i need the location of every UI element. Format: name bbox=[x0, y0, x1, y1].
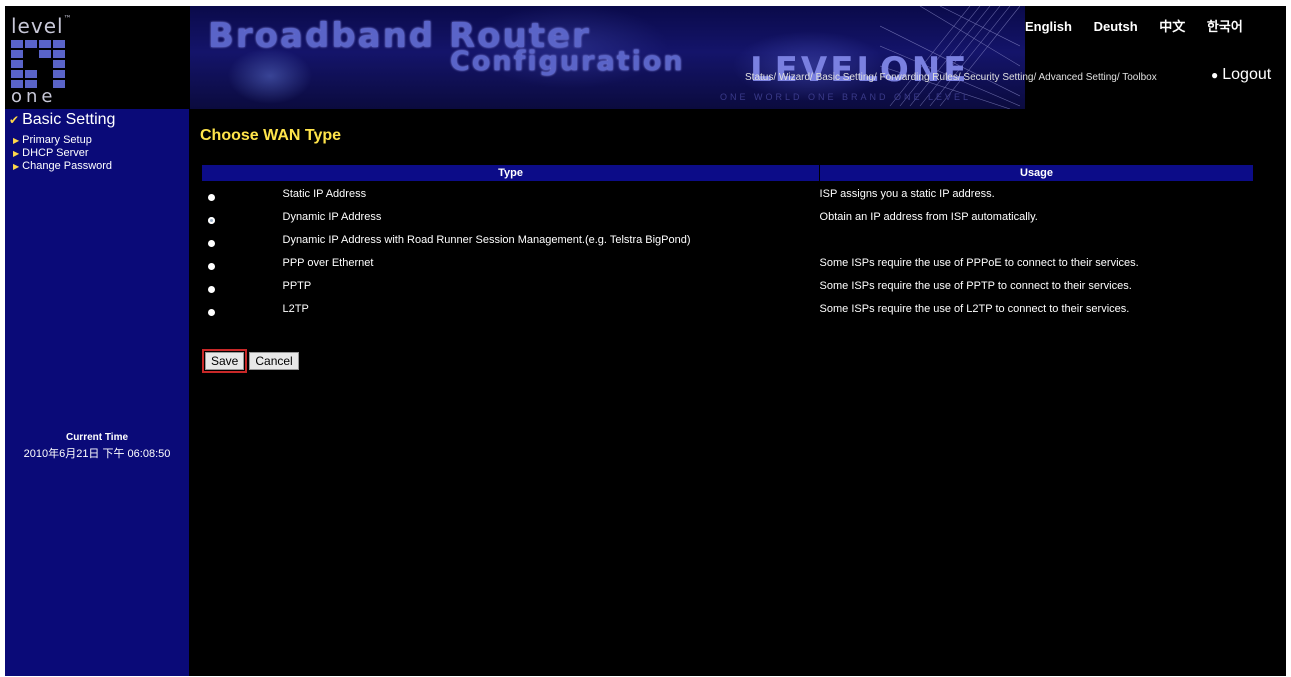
bullet-icon: ● bbox=[1211, 68, 1219, 82]
radio-pppoe[interactable] bbox=[207, 262, 215, 270]
wan-usage-text: ISP assigns you a static IP address. bbox=[819, 187, 995, 200]
sidebar-item-dhcp-server[interactable]: ▶ DHCP Server bbox=[13, 147, 89, 159]
radio-l2tp[interactable] bbox=[207, 308, 215, 316]
table-row: Dynamic IP Address Obtain an IP address … bbox=[202, 205, 1254, 228]
page-title: Choose WAN Type bbox=[200, 127, 342, 144]
button-row: Save Cancel bbox=[202, 349, 303, 373]
lang-korean[interactable]: 한국어 bbox=[1207, 19, 1243, 34]
logo-text-bottom: one bbox=[11, 86, 57, 107]
cancel-button[interactable]: Cancel bbox=[249, 352, 299, 370]
triangle-right-icon: ▶ bbox=[13, 149, 20, 158]
sidebar-item-primary-setup[interactable]: ▶ Primary Setup bbox=[13, 134, 92, 146]
wan-usage-text: Some ISPs require the use of PPPoE to co… bbox=[819, 256, 1139, 269]
wan-usage-text: Some ISPs require the use of PPTP to con… bbox=[819, 279, 1132, 292]
radio-pptp[interactable] bbox=[207, 285, 215, 293]
save-button-highlight: Save bbox=[202, 349, 248, 373]
column-header-usage: Usage bbox=[819, 164, 1254, 182]
table-row: Dynamic IP Address with Road Runner Sess… bbox=[202, 228, 1254, 251]
lang-deutsch[interactable]: Deutsh bbox=[1094, 19, 1138, 34]
wan-type-label: Dynamic IP Address bbox=[282, 210, 382, 223]
sidebar-item-change-password[interactable]: ▶ Change Password bbox=[13, 160, 112, 172]
lang-chinese[interactable]: 中文 bbox=[1159, 19, 1185, 34]
top-navigation[interactable]: Status/ Wizard/ Basic Setting/ Forwardin… bbox=[745, 72, 1157, 83]
wan-usage-text: Some ISPs require the use of L2TP to con… bbox=[819, 302, 1130, 315]
table-row: Static IP Address ISP assigns you a stat… bbox=[202, 182, 1254, 206]
router-config-page: level™ one Broadband Router Configuratio… bbox=[5, 6, 1286, 676]
wan-type-label: L2TP bbox=[282, 302, 309, 315]
main-content: Choose WAN Type Type Usage Static IP Add… bbox=[190, 109, 1286, 676]
sidebar-section-title[interactable]: ✔ Basic Setting bbox=[9, 111, 115, 129]
table-row: PPP over Ethernet Some ISPs require the … bbox=[202, 251, 1254, 274]
wan-type-label: Dynamic IP Address with Road Runner Sess… bbox=[282, 233, 691, 246]
wan-type-label: PPP over Ethernet bbox=[282, 256, 374, 269]
logo-text-top: level™ bbox=[11, 14, 73, 38]
radio-dynamic-ip[interactable] bbox=[207, 216, 215, 224]
logo-grid-icon bbox=[11, 40, 65, 88]
wan-usage-text: Obtain an IP address from ISP automatica… bbox=[819, 210, 1038, 223]
radio-road-runner[interactable] bbox=[207, 239, 215, 247]
table-header-row: Type Usage bbox=[200, 164, 1254, 182]
levelone-logo: level™ one bbox=[5, 6, 77, 109]
table-row: L2TP Some ISPs require the use of L2TP t… bbox=[202, 297, 1254, 320]
brand-logo: LEVELONE bbox=[750, 50, 970, 90]
triangle-right-icon: ▶ bbox=[13, 136, 20, 145]
language-selector: English Deutsh 中文 한국어 bbox=[1025, 16, 1261, 35]
logout-link[interactable]: ● Logout bbox=[1211, 66, 1271, 84]
header: level™ one Broadband Router Configuratio… bbox=[5, 6, 1286, 109]
table-row: PPTP Some ISPs require the use of PPTP t… bbox=[202, 274, 1254, 297]
current-time-value: 2010年6月21日 下午 06:08:50 bbox=[23, 448, 171, 460]
banner-subtitle: Configuration bbox=[450, 46, 685, 77]
wan-type-table: Type Usage Static IP Address ISP assigns… bbox=[200, 164, 1254, 320]
wan-type-label: PPTP bbox=[282, 279, 312, 292]
current-time-label: Current Time bbox=[65, 432, 129, 443]
sidebar: ✔ Basic Setting ▶ Primary Setup ▶ DHCP Serv… bbox=[5, 109, 189, 676]
check-icon: ✔ bbox=[9, 113, 20, 127]
radio-static-ip[interactable] bbox=[207, 193, 215, 201]
wan-type-label: Static IP Address bbox=[282, 187, 367, 200]
brand-tagline: ONE WORLD ONE BRAND ONE LEVEL bbox=[720, 92, 972, 102]
triangle-right-icon: ▶ bbox=[13, 162, 20, 171]
column-header-type: Type bbox=[200, 164, 821, 182]
lang-english[interactable]: English bbox=[1025, 19, 1072, 34]
save-button[interactable]: Save bbox=[205, 352, 245, 370]
banner: Broadband Router Configuration LEVELONE … bbox=[190, 6, 1025, 109]
